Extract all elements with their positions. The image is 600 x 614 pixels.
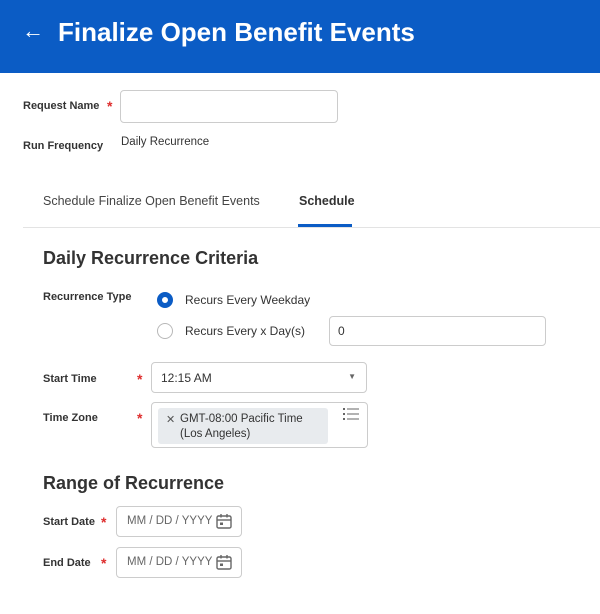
dropdown-arrow-icon: ▼ — [348, 372, 356, 381]
tab-divider — [23, 227, 600, 228]
arrow-left-icon[interactable]: ← — [22, 20, 44, 42]
time-zone-label: Time Zone — [43, 412, 98, 424]
required-marker: * — [137, 371, 143, 387]
x-days-input[interactable] — [329, 316, 546, 346]
run-frequency-label: Run Frequency — [23, 140, 104, 152]
required-marker: * — [107, 98, 113, 114]
daily-recurrence-heading: Daily Recurrence Criteria — [43, 248, 259, 268]
tab-schedule-finalize[interactable]: Schedule Finalize Open Benefit Events — [43, 194, 260, 208]
time-zone-pill: ✕ GMT-08:00 Pacific Time (Los Angeles) — [158, 408, 328, 444]
calendar-icon[interactable] — [216, 513, 232, 529]
end-date-input[interactable]: MM / DD / YYYY — [116, 547, 242, 578]
page-title: Finalize Open Benefit Events — [58, 17, 415, 47]
start-time-label: Start Time — [43, 373, 97, 385]
time-zone-city: (Los Angeles) — [180, 428, 251, 440]
request-name-input[interactable] — [120, 90, 338, 123]
list-icon[interactable] — [343, 407, 359, 421]
range-of-recurrence-heading: Range of Recurrence — [43, 473, 225, 493]
recurrence-type-label: Recurrence Type — [43, 291, 132, 303]
required-marker: * — [101, 555, 107, 571]
date-placeholder: MM / DD / YYYY — [127, 515, 213, 527]
start-date-input[interactable]: MM / DD / YYYY — [116, 506, 242, 537]
calendar-icon[interactable] — [216, 554, 232, 570]
page-header: ← Finalize Open Benefit Events — [0, 0, 600, 73]
tab-schedule[interactable]: Schedule — [299, 194, 355, 208]
date-placeholder: MM / DD / YYYY — [127, 556, 213, 568]
radio-recurs-x-days[interactable] — [157, 323, 173, 339]
time-zone-name: GMT-08:00 Pacific Time — [180, 413, 303, 425]
run-frequency-value: Daily Recurrence — [121, 136, 210, 148]
start-date-label: Start Date — [43, 516, 95, 528]
time-zone-field[interactable]: ✕ GMT-08:00 Pacific Time (Los Angeles) — [151, 402, 368, 448]
request-name-label: Request Name — [23, 100, 100, 112]
end-date-label: End Date — [43, 557, 91, 569]
start-time-select[interactable]: 12:15 AM ▼ — [151, 362, 367, 393]
radio-recurs-weekday[interactable] — [157, 292, 173, 308]
required-marker: * — [137, 410, 143, 426]
required-marker: * — [101, 514, 107, 530]
remove-icon[interactable]: ✕ — [166, 413, 175, 426]
radio-recurs-x-days-label: Recurs Every x Day(s) — [185, 324, 306, 338]
radio-recurs-weekday-label: Recurs Every Weekday — [185, 293, 311, 307]
start-time-value: 12:15 AM — [161, 371, 212, 385]
